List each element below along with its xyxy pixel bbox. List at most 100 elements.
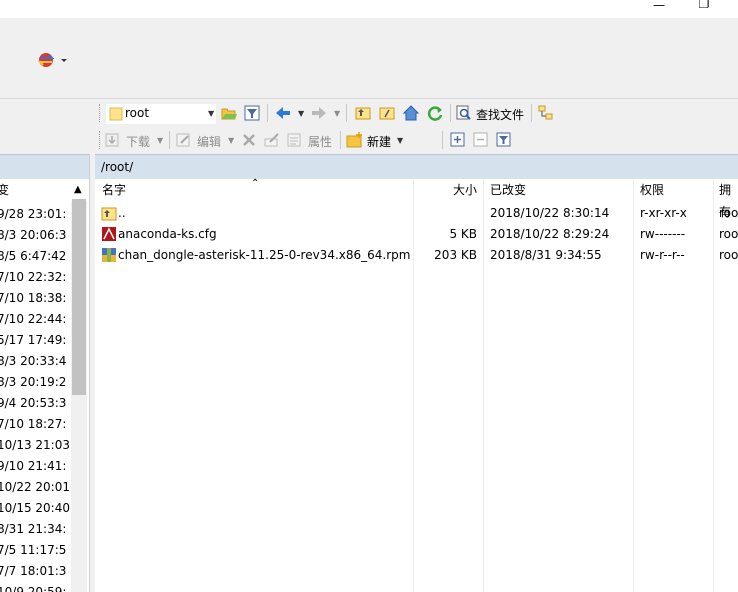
- file-row[interactable]: anaconda-ks.cfg 5 KB 2018/10/22 8:29:24 …: [95, 224, 738, 245]
- local-list-item[interactable]: 9/10 21:41:: [0, 456, 66, 477]
- folder-icon: [109, 107, 123, 121]
- rename-button[interactable]: [263, 131, 281, 149]
- filter-button[interactable]: [243, 104, 261, 122]
- properties-icon: [287, 133, 301, 147]
- filter-icon: [244, 105, 260, 121]
- restore-button[interactable]: ❐: [697, 0, 711, 13]
- filter-select-button[interactable]: [495, 131, 513, 149]
- download-icon: [105, 133, 119, 147]
- local-list-item[interactable]: 10/22 20:01: [0, 477, 70, 498]
- local-list-item[interactable]: 8/5 6:47:42: [0, 246, 66, 267]
- local-list-item[interactable]: 10/15 20:40: [0, 498, 70, 519]
- edit-label: 编辑: [197, 135, 222, 149]
- local-list-item[interactable]: 8/3 20:06:3: [0, 225, 66, 246]
- file-name: anaconda-ks.cfg: [118, 227, 217, 241]
- column-owner[interactable]: 拥有: [719, 179, 738, 219]
- local-list-item[interactable]: 10/13 21:03: [0, 435, 70, 456]
- local-list-item[interactable]: 9/4 20:53:3: [0, 393, 66, 414]
- local-scrollbar-thumb[interactable]: [72, 199, 86, 395]
- column-modified[interactable]: 已改变: [490, 179, 526, 201]
- chevron-down-icon[interactable]: ▼: [157, 136, 163, 145]
- local-list-item[interactable]: 7/10 18:38:: [0, 288, 66, 309]
- properties-label: 属性: [308, 135, 333, 149]
- remote-column-header: 名字 ⌃ 大小 已改变 权限 拥有: [95, 178, 738, 219]
- refresh-icon: [427, 106, 443, 121]
- cfg-file-icon: [102, 227, 116, 241]
- separator: [267, 104, 268, 122]
- file-permissions: rw-r--r--: [640, 248, 685, 262]
- file-modified: 2018/8/31 9:34:55: [490, 248, 602, 262]
- local-list-item[interactable]: 8/3 20:19:2: [0, 372, 66, 393]
- back-button[interactable]: [274, 104, 292, 122]
- minus-icon: [473, 132, 488, 147]
- file-owner: roo: [719, 227, 738, 241]
- back-history-dropdown[interactable]: ▼: [298, 109, 304, 118]
- local-list-item[interactable]: 7/10 22:32:: [0, 267, 66, 288]
- local-list-item[interactable]: 9/28 23:01:: [0, 204, 66, 225]
- local-column-header[interactable]: 变 ▲: [0, 179, 89, 201]
- find-files-label: 查找文件: [476, 108, 525, 122]
- properties-button[interactable]: 属性: [286, 131, 338, 149]
- remote-path: /root/: [101, 160, 134, 174]
- local-list-item[interactable]: 7/10 22:44:: [0, 309, 66, 330]
- toolbar-grip: [99, 104, 103, 122]
- back-arrow-icon: [276, 107, 290, 119]
- file-row[interactable]: chan_dongle-asterisk-11.25-0-rev34.x86_6…: [95, 245, 738, 266]
- local-list-item[interactable]: 7/7 18:01:3: [0, 561, 66, 582]
- remote-toolbar: root ▼ ▼ ▼ 查找文件: [0, 99, 738, 127]
- separator: [169, 131, 170, 149]
- local-path-bar: [0, 154, 89, 179]
- find-files-icon: [456, 105, 471, 120]
- forward-button[interactable]: [310, 104, 328, 122]
- select-all-button[interactable]: [449, 131, 467, 149]
- rename-icon: [264, 133, 279, 147]
- delete-button[interactable]: [240, 131, 258, 149]
- find-files-button[interactable]: 查找文件: [455, 104, 527, 122]
- top-toolbar-area: [0, 18, 738, 99]
- new-folder-icon: [346, 132, 362, 148]
- download-button[interactable]: 下载 ▼: [104, 131, 164, 149]
- new-button[interactable]: 新建 ▼: [346, 131, 406, 149]
- chevron-down-icon[interactable]: ▼: [397, 136, 403, 145]
- forward-arrow-icon: [312, 107, 326, 119]
- minimize-button[interactable]: —: [652, 0, 666, 14]
- open-folder-icon: [221, 108, 237, 120]
- title-bar: — ❐: [0, 0, 738, 18]
- unselect-all-button[interactable]: [472, 131, 490, 149]
- local-list-item[interactable]: 10/9 20:59:: [0, 582, 66, 592]
- root-folder-icon: [379, 107, 395, 120]
- forward-history-dropdown[interactable]: ▼: [334, 109, 340, 118]
- local-list-item[interactable]: 5/17 17:49:: [0, 330, 66, 351]
- column-size[interactable]: 大小: [453, 179, 477, 201]
- separator: [450, 104, 451, 122]
- sync-icon: [37, 53, 67, 67]
- column-name[interactable]: 名字: [102, 179, 126, 201]
- parent-folder-icon: [355, 107, 371, 120]
- path-combobox[interactable]: root ▼: [105, 103, 217, 125]
- chevron-down-icon[interactable]: ▼: [228, 136, 234, 145]
- local-list-item[interactable]: 8/3 20:33:4: [0, 351, 66, 372]
- root-directory-button[interactable]: [378, 104, 396, 122]
- home-directory-button[interactable]: [402, 104, 420, 122]
- refresh-button[interactable]: [426, 104, 444, 122]
- local-list-item[interactable]: 8/31 21:34:: [0, 519, 66, 540]
- edit-button[interactable]: 编辑 ▼: [175, 131, 235, 149]
- file-modified: 2018/10/22 8:29:24: [490, 227, 610, 241]
- filter-icon: [496, 132, 511, 147]
- sync-button[interactable]: [34, 50, 68, 70]
- file-name: chan_dongle-asterisk-11.25-0-rev34.x86_6…: [118, 248, 411, 262]
- file-size: 203 KB: [434, 248, 477, 262]
- open-folder-button[interactable]: [220, 104, 238, 122]
- local-list-item[interactable]: 7/5 11:17:5: [0, 540, 66, 561]
- rpm-file-icon: [102, 248, 116, 262]
- parent-directory-button[interactable]: [354, 104, 372, 122]
- file-row[interactable]: .. 2018/10/22 8:30:14 r-xr-xr-x roo: [95, 203, 738, 224]
- separator: [340, 131, 341, 149]
- scroll-up-icon[interactable]: ▲: [74, 179, 82, 201]
- remote-file-list: 名字 ⌃ 大小 已改变 权限 拥有 .. 2018/10/22 8:30:14 …: [95, 178, 738, 592]
- tree-view-button[interactable]: [537, 104, 555, 122]
- local-list-item[interactable]: 7/10 18:27:: [0, 414, 66, 435]
- separator: [346, 104, 347, 122]
- chevron-down-icon[interactable]: ▼: [208, 109, 214, 118]
- column-permissions[interactable]: 权限: [640, 179, 664, 201]
